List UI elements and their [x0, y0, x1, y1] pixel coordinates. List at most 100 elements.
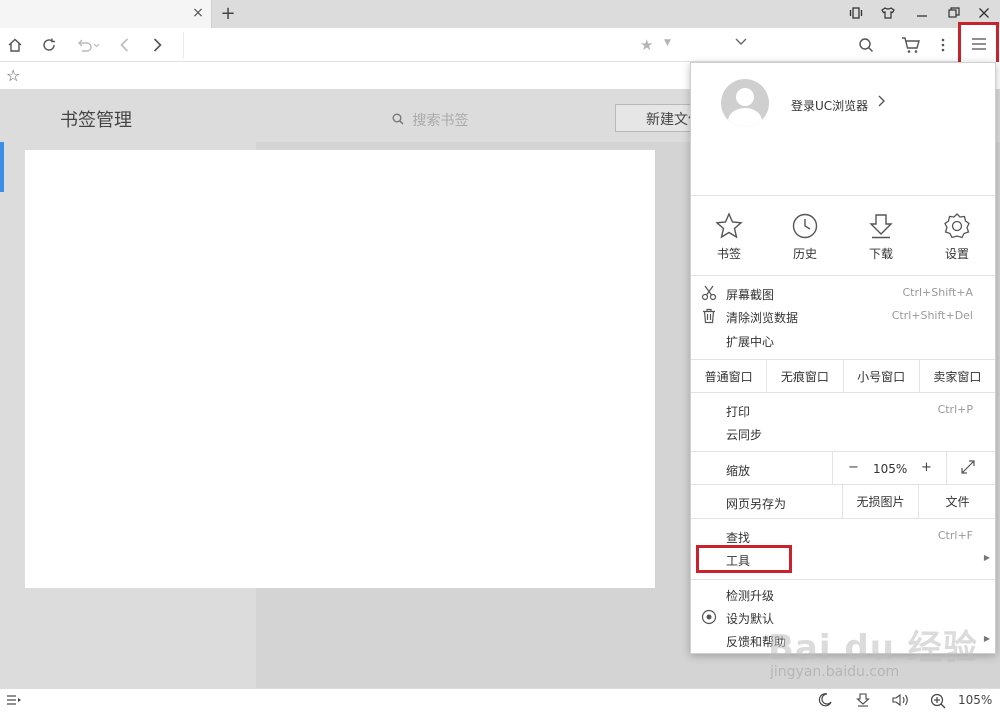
menu-item-label: 云同步 [726, 428, 763, 442]
restore-icon[interactable] [944, 4, 964, 22]
quick-bookmarks[interactable]: 书签 [691, 209, 767, 269]
selected-folder-indicator [0, 142, 4, 192]
watermark-url: jingyan.baidu.com [770, 664, 900, 680]
zoom-control: − 105% + [832, 452, 947, 485]
refresh-icon[interactable] [38, 35, 60, 55]
menu-item-find[interactable]: 查找 Ctrl+F [691, 525, 995, 547]
submenu-arrow-icon: ▶ [983, 634, 990, 643]
zoom-label: 缩放 [726, 464, 751, 478]
quick-downloads[interactable]: 下载 [843, 209, 919, 269]
zoom-out-button[interactable]: − [848, 460, 859, 475]
gear-icon [919, 209, 995, 243]
zoom-icon[interactable] [930, 693, 946, 712]
main-menu-button[interactable] [958, 22, 999, 66]
menu-item-shortcut: Ctrl+F [937, 529, 973, 542]
menu-item-shortcut: Ctrl+Shift+A [902, 286, 973, 299]
menu-item-clear-data[interactable]: 清除浏览数据 Ctrl+Shift+Del [691, 305, 995, 327]
clock-icon [767, 209, 843, 243]
volume-icon[interactable] [892, 693, 910, 710]
target-icon [701, 609, 717, 629]
menu-item-label: 查找 [726, 531, 751, 545]
cart-icon[interactable] [900, 35, 922, 55]
menu-item-label: 打印 [726, 405, 751, 419]
seller-window-button[interactable]: 卖家窗口 [920, 360, 995, 392]
menu-item-sync[interactable]: 云同步 [691, 422, 995, 444]
menu-item-screenshot[interactable]: 屏幕截图 Ctrl+Shift+A [691, 282, 995, 304]
shirt-icon[interactable] [878, 4, 898, 22]
address-bar[interactable]: ★ ▼ [183, 32, 687, 58]
forward-icon[interactable] [146, 35, 168, 55]
bookmark-search-placeholder: 搜索书签 [412, 113, 469, 129]
quick-downloads-label: 下载 [868, 247, 893, 261]
scissors-icon [701, 285, 717, 305]
menu-item-label: 扩展中心 [726, 335, 775, 349]
save-as-file-button[interactable]: 文件 [920, 485, 995, 518]
menu-item-shortcut: Ctrl+P [937, 403, 973, 416]
hamburger-icon [971, 38, 986, 50]
zoom-value: 105% [873, 462, 908, 476]
quick-settings[interactable]: 设置 [919, 209, 995, 269]
save-as-row: 网页另存为 无损图片 文件 [691, 485, 995, 519]
star-icon [691, 209, 767, 243]
chevron-right-icon [877, 95, 885, 111]
menu-item-label: 清除浏览数据 [726, 311, 799, 325]
menu-item-print[interactable]: 打印 Ctrl+P [691, 399, 995, 421]
more-icon[interactable] [936, 35, 950, 55]
tab-active[interactable]: × [0, 0, 212, 28]
menu-item-label: 屏幕截图 [726, 288, 775, 302]
trash-icon [701, 308, 717, 328]
page-title: 书签管理 [60, 110, 132, 131]
search-icon[interactable] [855, 35, 877, 55]
normal-window-button[interactable]: 普通窗口 [691, 360, 768, 392]
avatar[interactable] [721, 79, 769, 127]
download-icon [843, 209, 919, 243]
menu-item-check-update[interactable]: 检测升级 [691, 583, 995, 605]
night-mode-icon[interactable] [818, 693, 832, 710]
search-icon [392, 113, 408, 129]
zoom-row: 缩放 − 105% + [691, 451, 995, 485]
alt-account-window-button[interactable]: 小号窗口 [844, 360, 920, 392]
tools-highlight [696, 545, 792, 573]
login-link[interactable]: 登录UC浏览器 [791, 97, 868, 114]
download-icon[interactable] [856, 693, 870, 710]
quick-settings-label: 设置 [944, 247, 969, 261]
back-icon[interactable] [114, 35, 136, 55]
status-bar: 105% [0, 688, 1000, 713]
main-menu: 登录UC浏览器 书签 历史 下载 设置 屏幕截图 Ctrl+Shift+A 清除… [690, 62, 996, 654]
address-dropdown-icon[interactable]: ▼ [664, 38, 671, 48]
save-as-image-button[interactable]: 无损图片 [842, 485, 919, 518]
divider [691, 275, 995, 276]
sidebar-toggle-icon[interactable] [6, 693, 22, 710]
bookmarks-star-icon[interactable]: ☆ [6, 66, 20, 85]
bookmark-star-icon[interactable]: ★ [640, 36, 653, 54]
tab-close-button[interactable]: × [190, 5, 206, 21]
watermark-brand: Bai du 经验 [768, 628, 978, 668]
menu-item-label: 检测升级 [726, 589, 775, 603]
minimize-icon[interactable] [912, 4, 932, 22]
quick-bookmarks-label: 书签 [716, 247, 741, 261]
close-window-icon[interactable] [974, 4, 994, 22]
incognito-window-button[interactable]: 无痕窗口 [767, 360, 844, 392]
zoom-in-button[interactable]: + [921, 460, 932, 475]
bookmark-search-input[interactable]: 搜索书签 [392, 110, 468, 130]
fullscreen-icon[interactable] [961, 460, 975, 478]
submenu-arrow-icon: ▶ [983, 553, 990, 562]
window-mode-group: 普通窗口 无痕窗口 小号窗口 卖家窗口 [691, 359, 995, 393]
quick-history-label: 历史 [792, 247, 817, 261]
new-tab-button[interactable]: + [218, 3, 238, 24]
search-engine-dropdown-icon[interactable] [735, 36, 747, 49]
divider [691, 579, 995, 580]
status-zoom-level[interactable]: 105% [958, 693, 992, 707]
toolbar: ★ ▼ [0, 28, 1000, 62]
split-icon[interactable] [846, 4, 866, 22]
undo-icon[interactable] [74, 35, 102, 55]
quick-history[interactable]: 历史 [767, 209, 843, 269]
tab-bar: × + [0, 0, 1000, 28]
bookmark-list [25, 150, 655, 588]
menu-item-label: 设为默认 [726, 612, 775, 626]
home-icon[interactable] [4, 35, 26, 55]
save-as-label: 网页另存为 [726, 497, 787, 511]
menu-item-shortcut: Ctrl+Shift+Del [891, 309, 973, 322]
menu-item-extensions[interactable]: 扩展中心 [691, 329, 995, 351]
divider [691, 195, 995, 196]
